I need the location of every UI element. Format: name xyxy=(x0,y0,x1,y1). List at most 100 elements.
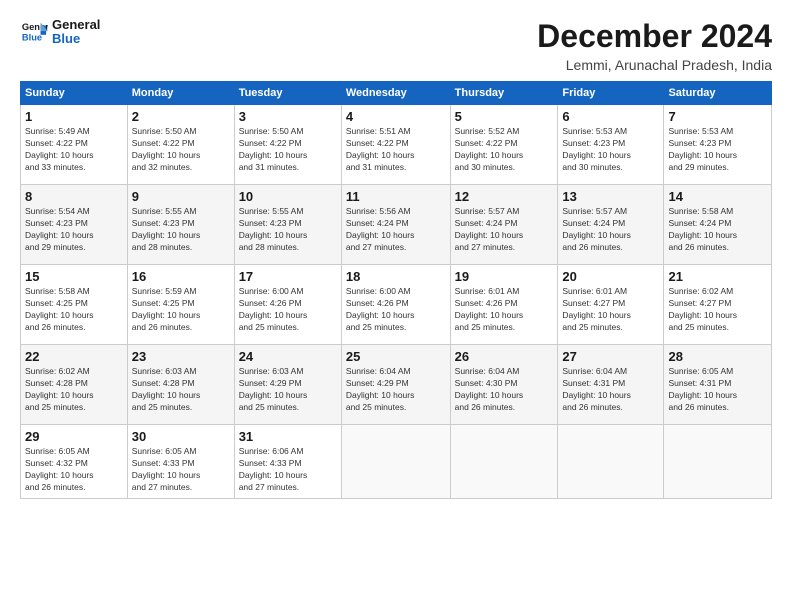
day-info: Sunrise: 6:01 AM Sunset: 4:27 PM Dayligh… xyxy=(562,286,659,334)
sunrise-label: Sunrise: 5:49 AM xyxy=(25,126,90,136)
sunset-label: Sunset: 4:24 PM xyxy=(346,218,409,228)
calendar-day-cell: 5 Sunrise: 5:52 AM Sunset: 4:22 PM Dayli… xyxy=(450,105,558,185)
sunrise-label: Sunrise: 5:51 AM xyxy=(346,126,411,136)
sunset-label: Sunset: 4:23 PM xyxy=(239,218,302,228)
sunset-label: Sunset: 4:25 PM xyxy=(132,298,195,308)
daylight-label: Daylight: 10 hours xyxy=(455,310,524,320)
empty-cell xyxy=(450,425,558,499)
sunrise-label: Sunrise: 5:53 AM xyxy=(668,126,733,136)
daylight-minutes: and 26 minutes. xyxy=(668,242,728,252)
sunset-label: Sunset: 4:26 PM xyxy=(346,298,409,308)
day-info: Sunrise: 5:58 AM Sunset: 4:25 PM Dayligh… xyxy=(25,286,123,334)
svg-text:Blue: Blue xyxy=(22,33,42,43)
sunrise-label: Sunrise: 5:57 AM xyxy=(562,206,627,216)
day-info: Sunrise: 6:00 AM Sunset: 4:26 PM Dayligh… xyxy=(346,286,446,334)
sunset-label: Sunset: 4:24 PM xyxy=(562,218,625,228)
weekday-header-wednesday: Wednesday xyxy=(341,82,450,105)
sunrise-label: Sunrise: 5:55 AM xyxy=(132,206,197,216)
sunrise-label: Sunrise: 5:50 AM xyxy=(132,126,197,136)
sunset-label: Sunset: 4:22 PM xyxy=(239,138,302,148)
daylight-label: Daylight: 10 hours xyxy=(455,150,524,160)
sunset-label: Sunset: 4:26 PM xyxy=(239,298,302,308)
daylight-minutes: and 27 minutes. xyxy=(346,242,406,252)
daylight-minutes: and 28 minutes. xyxy=(132,242,192,252)
calendar-day-cell: 15 Sunrise: 5:58 AM Sunset: 4:25 PM Dayl… xyxy=(21,265,128,345)
daylight-minutes: and 26 minutes. xyxy=(668,402,728,412)
sunset-label: Sunset: 4:22 PM xyxy=(132,138,195,148)
daylight-minutes: and 31 minutes. xyxy=(346,162,406,172)
daylight-minutes: and 25 minutes. xyxy=(562,322,622,332)
daylight-label: Daylight: 10 hours xyxy=(132,470,201,480)
daylight-minutes: and 30 minutes. xyxy=(455,162,515,172)
sunrise-label: Sunrise: 6:04 AM xyxy=(455,366,520,376)
sunrise-label: Sunrise: 6:03 AM xyxy=(239,366,304,376)
daylight-label: Daylight: 10 hours xyxy=(346,310,415,320)
day-number: 28 xyxy=(668,349,767,364)
daylight-label: Daylight: 10 hours xyxy=(346,390,415,400)
weekday-header-tuesday: Tuesday xyxy=(234,82,341,105)
calendar-day-cell: 19 Sunrise: 6:01 AM Sunset: 4:26 PM Dayl… xyxy=(450,265,558,345)
calendar-day-cell: 10 Sunrise: 5:55 AM Sunset: 4:23 PM Dayl… xyxy=(234,185,341,265)
daylight-label: Daylight: 10 hours xyxy=(668,310,737,320)
calendar-day-cell: 14 Sunrise: 5:58 AM Sunset: 4:24 PM Dayl… xyxy=(664,185,772,265)
calendar-day-cell: 13 Sunrise: 5:57 AM Sunset: 4:24 PM Dayl… xyxy=(558,185,664,265)
sunset-label: Sunset: 4:33 PM xyxy=(132,458,195,468)
sunset-label: Sunset: 4:31 PM xyxy=(668,378,731,388)
day-info: Sunrise: 6:02 AM Sunset: 4:28 PM Dayligh… xyxy=(25,366,123,414)
sunrise-label: Sunrise: 5:59 AM xyxy=(132,286,197,296)
day-info: Sunrise: 5:54 AM Sunset: 4:23 PM Dayligh… xyxy=(25,206,123,254)
logo-general: General xyxy=(52,18,100,32)
calendar-day-cell: 6 Sunrise: 5:53 AM Sunset: 4:23 PM Dayli… xyxy=(558,105,664,185)
day-info: Sunrise: 5:53 AM Sunset: 4:23 PM Dayligh… xyxy=(668,126,767,174)
sunrise-label: Sunrise: 6:05 AM xyxy=(668,366,733,376)
calendar-week-row: 29 Sunrise: 6:05 AM Sunset: 4:32 PM Dayl… xyxy=(21,425,772,499)
calendar-day-cell: 23 Sunrise: 6:03 AM Sunset: 4:28 PM Dayl… xyxy=(127,345,234,425)
logo-icon: General Blue xyxy=(20,18,48,46)
daylight-label: Daylight: 10 hours xyxy=(562,230,631,240)
day-info: Sunrise: 5:57 AM Sunset: 4:24 PM Dayligh… xyxy=(455,206,554,254)
daylight-minutes: and 30 minutes. xyxy=(562,162,622,172)
day-info: Sunrise: 6:01 AM Sunset: 4:26 PM Dayligh… xyxy=(455,286,554,334)
day-number: 17 xyxy=(239,269,337,284)
daylight-minutes: and 31 minutes. xyxy=(239,162,299,172)
daylight-label: Daylight: 10 hours xyxy=(25,390,94,400)
day-number: 3 xyxy=(239,109,337,124)
day-info: Sunrise: 6:00 AM Sunset: 4:26 PM Dayligh… xyxy=(239,286,337,334)
sunrise-label: Sunrise: 5:52 AM xyxy=(455,126,520,136)
sunset-label: Sunset: 4:24 PM xyxy=(668,218,731,228)
sunset-label: Sunset: 4:23 PM xyxy=(25,218,88,228)
day-info: Sunrise: 5:56 AM Sunset: 4:24 PM Dayligh… xyxy=(346,206,446,254)
sunrise-label: Sunrise: 5:58 AM xyxy=(25,286,90,296)
calendar-day-cell: 21 Sunrise: 6:02 AM Sunset: 4:27 PM Dayl… xyxy=(664,265,772,345)
calendar-day-cell: 26 Sunrise: 6:04 AM Sunset: 4:30 PM Dayl… xyxy=(450,345,558,425)
day-info: Sunrise: 5:50 AM Sunset: 4:22 PM Dayligh… xyxy=(132,126,230,174)
sunrise-label: Sunrise: 5:54 AM xyxy=(25,206,90,216)
day-number: 22 xyxy=(25,349,123,364)
day-info: Sunrise: 5:50 AM Sunset: 4:22 PM Dayligh… xyxy=(239,126,337,174)
sunset-label: Sunset: 4:23 PM xyxy=(132,218,195,228)
day-number: 18 xyxy=(346,269,446,284)
calendar-week-row: 8 Sunrise: 5:54 AM Sunset: 4:23 PM Dayli… xyxy=(21,185,772,265)
sunrise-label: Sunrise: 6:01 AM xyxy=(562,286,627,296)
sunrise-label: Sunrise: 6:05 AM xyxy=(25,446,90,456)
calendar-day-cell: 27 Sunrise: 6:04 AM Sunset: 4:31 PM Dayl… xyxy=(558,345,664,425)
day-info: Sunrise: 5:57 AM Sunset: 4:24 PM Dayligh… xyxy=(562,206,659,254)
calendar-day-cell: 9 Sunrise: 5:55 AM Sunset: 4:23 PM Dayli… xyxy=(127,185,234,265)
calendar-week-row: 22 Sunrise: 6:02 AM Sunset: 4:28 PM Dayl… xyxy=(21,345,772,425)
day-number: 19 xyxy=(455,269,554,284)
daylight-minutes: and 26 minutes. xyxy=(562,402,622,412)
daylight-minutes: and 26 minutes. xyxy=(562,242,622,252)
daylight-minutes: and 27 minutes. xyxy=(455,242,515,252)
day-number: 1 xyxy=(25,109,123,124)
sunrise-label: Sunrise: 6:03 AM xyxy=(132,366,197,376)
header: General Blue General Blue December 2024 … xyxy=(20,18,772,73)
daylight-label: Daylight: 10 hours xyxy=(668,230,737,240)
day-number: 16 xyxy=(132,269,230,284)
daylight-label: Daylight: 10 hours xyxy=(562,390,631,400)
daylight-label: Daylight: 10 hours xyxy=(132,390,201,400)
calendar-day-cell: 29 Sunrise: 6:05 AM Sunset: 4:32 PM Dayl… xyxy=(21,425,128,499)
weekday-header-thursday: Thursday xyxy=(450,82,558,105)
daylight-label: Daylight: 10 hours xyxy=(132,310,201,320)
sunset-label: Sunset: 4:33 PM xyxy=(239,458,302,468)
day-info: Sunrise: 6:04 AM Sunset: 4:31 PM Dayligh… xyxy=(562,366,659,414)
